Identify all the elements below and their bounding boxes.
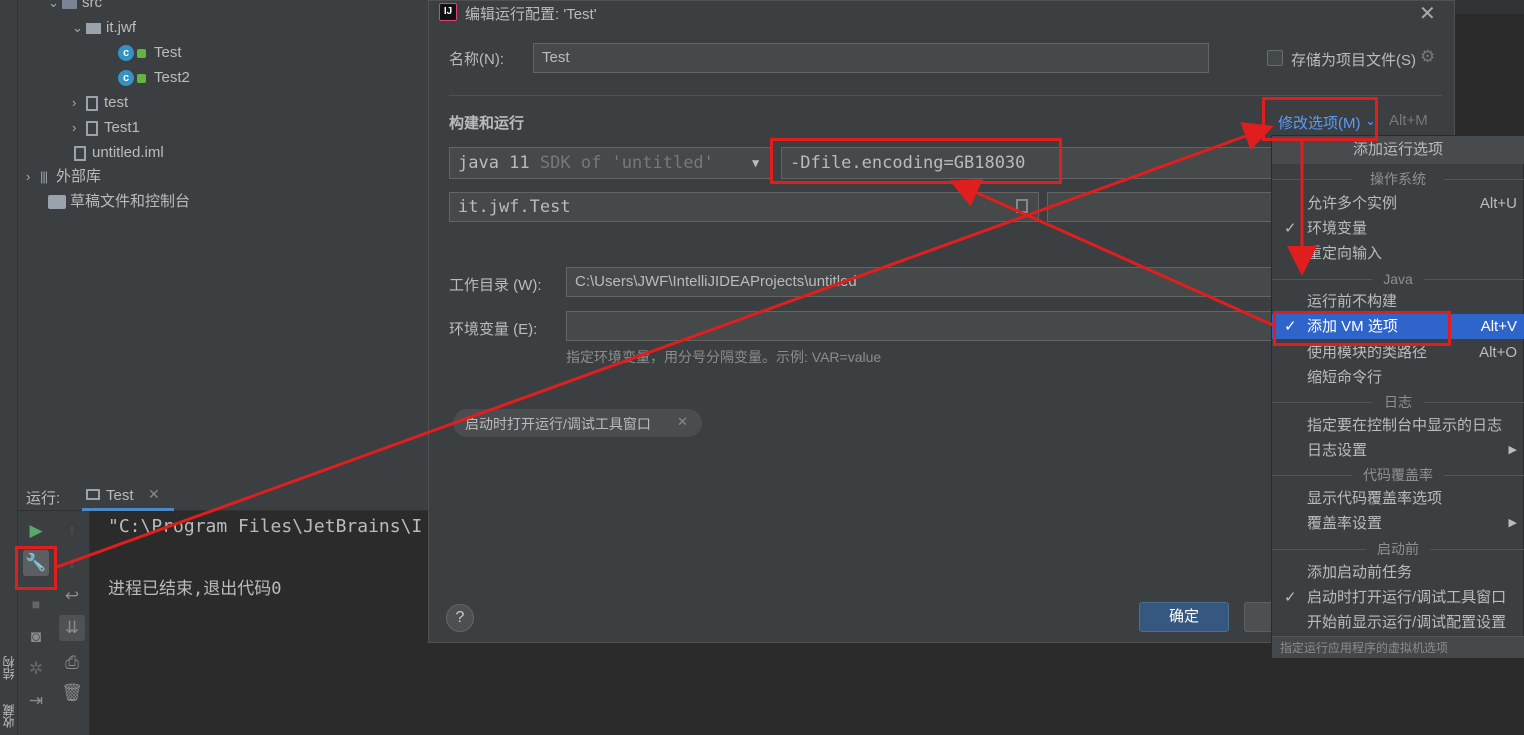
check-icon: ✓ bbox=[1284, 589, 1297, 606]
exit-icon[interactable]: ⇥ bbox=[23, 688, 49, 714]
class-icon: c bbox=[118, 45, 134, 62]
tree-item-class-test[interactable]: c Test bbox=[118, 40, 182, 65]
store-as-file-label: 存储为项目文件(S) bbox=[1291, 52, 1416, 69]
print-icon[interactable]: ⎙ bbox=[59, 650, 85, 676]
submenu-arrow-icon: ▶ bbox=[1508, 517, 1517, 529]
rerun-icon[interactable]: ▶ bbox=[23, 518, 49, 544]
annotation-box-vm-field bbox=[770, 138, 1062, 184]
chevron-right-icon: › bbox=[72, 120, 77, 135]
close-icon[interactable]: ✕ bbox=[148, 486, 160, 503]
run-toolbar-2: ↑ ↓ ↩ ⇊ ⎙ 🗑 bbox=[54, 511, 90, 735]
close-icon[interactable]: ✕ bbox=[677, 414, 688, 430]
section-coverage: 代码覆盖率 bbox=[1272, 464, 1524, 486]
intellij-logo-icon: IJ bbox=[439, 3, 457, 21]
section-log: 日志 bbox=[1272, 391, 1524, 413]
up-arrow-icon[interactable]: ↑ bbox=[59, 518, 85, 544]
package-icon bbox=[86, 22, 101, 34]
section-build-run: 构建和运行 bbox=[449, 115, 525, 132]
run-label: 运行: bbox=[26, 490, 61, 507]
check-icon: ✓ bbox=[1284, 220, 1297, 237]
dropdown-arrow-icon: ▼ bbox=[752, 156, 760, 170]
menu-item-show-coverage[interactable]: 显示代码覆盖率选项 bbox=[1272, 486, 1524, 511]
project-tree: ⌄ src ⌄ it.jwf c Test c Test2 › test › Test1 u… bbox=[18, 0, 428, 480]
close-icon[interactable]: ✕ bbox=[1419, 1, 1436, 26]
file-icon bbox=[86, 120, 98, 136]
editor-tabs-strip bbox=[1455, 0, 1524, 14]
chevron-down-icon: ⌄ bbox=[48, 0, 59, 10]
store-as-file-checkbox[interactable] bbox=[1267, 50, 1283, 66]
tree-item-test[interactable]: › test bbox=[72, 90, 128, 115]
tree-item-external-libs[interactable]: › ||| 外部库 bbox=[26, 164, 101, 189]
name-label: 名称(N): bbox=[449, 51, 504, 68]
menu-item-add-before-task[interactable]: 添加启动前任务 bbox=[1272, 560, 1524, 585]
browse-icon[interactable] bbox=[1016, 199, 1028, 213]
tree-item-scratches[interactable]: 草稿文件和控制台 bbox=[48, 189, 190, 214]
menu-item-multi-instance[interactable]: 允许多个实例 Alt+U bbox=[1272, 191, 1524, 216]
gear-icon[interactable]: ⚙ bbox=[1420, 47, 1435, 67]
annotation-box-vm-item bbox=[1273, 311, 1451, 346]
env-hint: 指定环境变量，用分号分隔变量。示例: VAR=value bbox=[566, 349, 882, 365]
console-line: 进程已结束,退出代码0 bbox=[108, 579, 282, 599]
tree-item-test1[interactable]: › Test1 bbox=[72, 115, 140, 140]
settings-icon[interactable]: ✲ bbox=[23, 656, 49, 682]
annotation-box-modify bbox=[1262, 97, 1378, 141]
class-icon: c bbox=[118, 70, 134, 87]
scroll-to-end-icon[interactable]: ⇊ bbox=[59, 615, 85, 641]
chevron-right-icon: › bbox=[26, 169, 31, 184]
open-tool-window-chip[interactable]: 启动时打开运行/调试工具窗口 ✕ bbox=[453, 409, 702, 437]
menu-item-console-log[interactable]: 指定要在控制台中显示的日志 bbox=[1272, 413, 1524, 438]
ok-button[interactable]: 确定 bbox=[1139, 602, 1229, 632]
menu-item-open-tool-window[interactable]: ✓ 启动时打开运行/调试工具窗口 bbox=[1272, 585, 1524, 610]
annotation-box-wrench bbox=[15, 546, 57, 590]
stop-icon[interactable]: ■ bbox=[23, 591, 49, 617]
structure-tab[interactable]: 结构 bbox=[0, 648, 18, 688]
left-tool-strip bbox=[0, 0, 18, 735]
chevron-down-icon: ⌄ bbox=[72, 20, 83, 35]
tree-item-package[interactable]: ⌄ it.jwf bbox=[72, 15, 136, 40]
section-before-launch: 启动前 bbox=[1272, 538, 1524, 560]
file-icon bbox=[86, 95, 98, 111]
jdk-select[interactable]: java 11 SDK of 'untitled' ▼ bbox=[449, 147, 771, 179]
env-label: 环境变量 (E): bbox=[449, 321, 538, 338]
dialog-title: 编辑运行配置: 'Test' bbox=[465, 6, 597, 23]
run-panel-header: 运行: Test ✕ bbox=[18, 480, 428, 511]
run-toolbar-1: ▶ 🔧 ■ ◙ ✲ ⇥ bbox=[18, 511, 54, 735]
trash-icon[interactable]: 🗑 bbox=[59, 680, 85, 706]
name-field[interactable]: Test bbox=[533, 43, 1209, 73]
add-run-options-popup: 添加运行选项 操作系统 允许多个实例 Alt+U ✓ 环境变量 重定向输入 Java… bbox=[1271, 135, 1524, 658]
camera-icon[interactable]: ◙ bbox=[23, 624, 49, 650]
iml-file-icon bbox=[74, 145, 86, 161]
run-marker-icon bbox=[137, 48, 146, 58]
menu-item-coverage-settings[interactable]: 覆盖率设置 ▶ bbox=[1272, 511, 1524, 536]
down-arrow-icon[interactable]: ↓ bbox=[59, 550, 85, 576]
modify-options-shortcut: Alt+M bbox=[1389, 112, 1428, 129]
menu-item-log-settings[interactable]: 日志设置 ▶ bbox=[1272, 438, 1524, 463]
menu-item-redirect-input[interactable]: 重定向输入 bbox=[1272, 241, 1524, 266]
section-os: 操作系统 bbox=[1272, 168, 1524, 190]
chevron-right-icon: › bbox=[72, 95, 77, 110]
separator bbox=[449, 95, 1442, 96]
popup-footer-hint: 指定运行应用程序的虚拟机选项 bbox=[1272, 636, 1524, 658]
library-icon: ||| bbox=[40, 169, 48, 184]
menu-item-show-settings[interactable]: 开始前显示运行/调试配置设置 bbox=[1272, 610, 1524, 635]
menu-item-env[interactable]: ✓ 环境变量 bbox=[1272, 216, 1524, 241]
tree-item-class-test2[interactable]: c Test2 bbox=[118, 65, 190, 90]
tree-item-src[interactable]: ⌄ src bbox=[48, 0, 102, 15]
scratches-icon bbox=[48, 195, 66, 210]
folder-icon bbox=[62, 0, 77, 9]
bookmarks-tab[interactable]: 收藏 bbox=[0, 698, 18, 735]
submenu-arrow-icon: ▶ bbox=[1508, 444, 1517, 456]
workdir-label: 工作目录 (W): bbox=[449, 277, 542, 294]
tree-item-iml[interactable]: untitled.iml bbox=[74, 140, 164, 165]
run-tab-test[interactable]: Test ✕ bbox=[82, 480, 174, 511]
help-button[interactable]: ? bbox=[446, 604, 474, 632]
run-marker-icon bbox=[137, 73, 146, 83]
main-class-field[interactable]: it.jwf.Test bbox=[449, 192, 1039, 222]
console-icon bbox=[86, 489, 100, 500]
section-java: Java bbox=[1272, 268, 1524, 290]
console-line: "C:\Program Files\JetBrains\I bbox=[108, 516, 423, 537]
soft-wrap-icon[interactable]: ↩ bbox=[59, 583, 85, 609]
menu-item-shorten-cmd[interactable]: 缩短命令行 bbox=[1272, 365, 1524, 390]
